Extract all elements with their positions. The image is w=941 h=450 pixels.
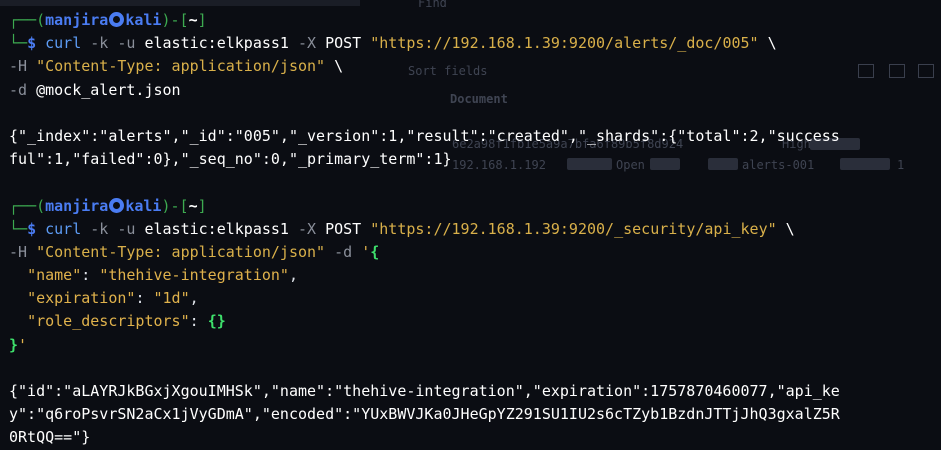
response-output: ful":1,"failed":0},"_seq_no":0,"_primary… [9,150,452,169]
json-body-line: }' [9,335,28,354]
response-output: y":"q6roPsvrSN2aCx1jVyGDmA","encoded":"Y… [9,405,840,424]
command-line: └─$ curl -k -u elastic:elkpass1 -X POST … [9,219,795,238]
response-output: {"id":"aLAYRJkBGxjXgouIMHSk","name":"the… [9,382,840,400]
command-line: └─$ curl -k -u elastic:elkpass1 -X POST … [9,34,777,53]
response-output: {"_index":"alerts","_id":"005","_version… [9,126,840,145]
kali-skull-icon [109,12,125,27]
json-body-line: "name": "thehive-integration", [27,266,298,285]
bg-top-bar [0,0,360,6]
prompt-line: ┌──(manjira kali)-[~] [9,11,207,29]
terminal-output[interactable]: ┌──(manjira kali)-[~] └─$ curl -k -u elas… [9,9,935,450]
response-output: 0RtQQ=="} [9,428,91,447]
kali-skull-icon [109,197,125,213]
command-continuation: -d @mock_alert.json [9,80,181,99]
command-continuation: -H "Content-Type: application/json" \ [9,57,344,76]
json-body-line: "expiration": "1d", [27,289,199,308]
json-body-line: "role_descriptors": {} [27,312,226,331]
command-continuation: -H "Content-Type: application/json" -d '… [9,242,380,261]
prompt-line: ┌──(manjira kali)-[~] [9,196,207,215]
